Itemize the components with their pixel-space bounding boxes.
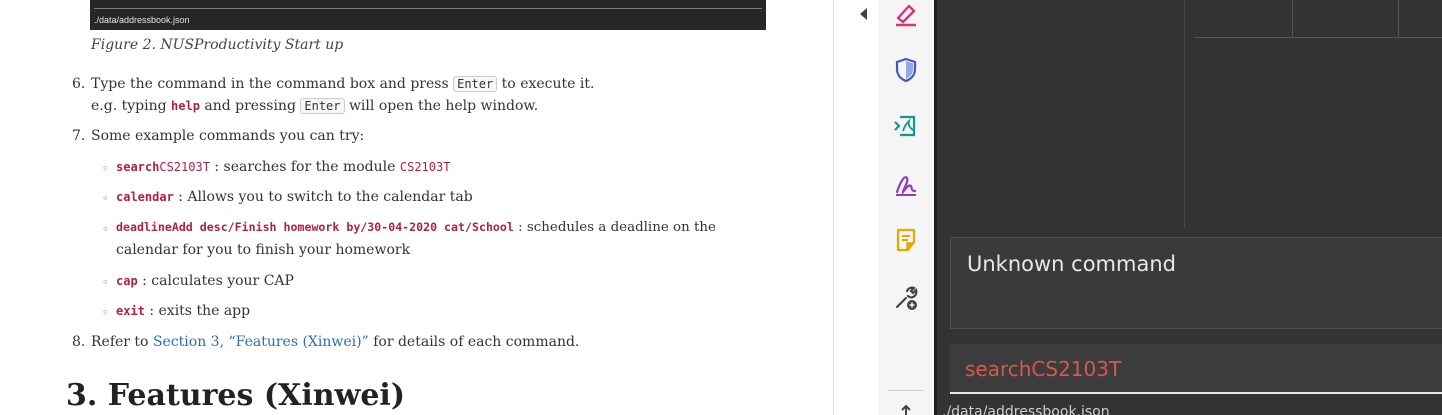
- step-6-line-1: Type the command in the command box and …: [91, 76, 595, 92]
- command-input[interactable]: [965, 356, 1435, 382]
- window-edge: [934, 0, 937, 415]
- calendar-grid-line: [1194, 37, 1442, 38]
- rail-more-icon[interactable]: [896, 402, 916, 415]
- rail-separator: [888, 390, 924, 391]
- bullet-icon: ◦: [102, 306, 109, 319]
- help-command-code: help: [171, 99, 200, 113]
- step-7-text: Some example commands you can try:: [91, 128, 365, 144]
- step-8-number: 8.: [72, 334, 86, 350]
- calendar-grid-line: [1398, 0, 1399, 37]
- highlighter-icon[interactable]: [892, 0, 920, 28]
- result-display: Unknown command: [950, 237, 1442, 329]
- signature-pen-icon[interactable]: [892, 170, 920, 198]
- step-6-number: 6.: [72, 76, 86, 92]
- pdf-export-icon[interactable]: [892, 112, 920, 140]
- sticky-note-icon[interactable]: [892, 226, 920, 254]
- bullet-icon: ◦: [102, 223, 109, 236]
- status-bar-path: ./data/addressbook.json: [942, 404, 1110, 415]
- bullet-icon: ◦: [102, 276, 109, 289]
- example-exit: exit : exits the app: [116, 303, 251, 319]
- document-pane: ./data/addressbook.json Figure 2. NUSPro…: [0, 0, 833, 415]
- example-deadline-add-cont: calendar for you to finish your homework: [116, 242, 411, 258]
- example-deadline-add: deadlineAdd desc/Finish homework by/30-0…: [116, 220, 716, 235]
- result-message: Unknown command: [967, 252, 1176, 276]
- shield-icon[interactable]: [892, 56, 920, 84]
- panel-divider: [1184, 0, 1185, 228]
- bullet-icon: ◦: [102, 192, 109, 205]
- figure-screenshot: ./data/addressbook.json: [90, 0, 766, 30]
- section-heading: 3. Features (Xinwei): [66, 378, 406, 413]
- wrench-add-icon[interactable]: [892, 284, 920, 312]
- app-window: Unknown command ./data/addressbook.json: [934, 0, 1442, 415]
- calendar-grid-line: [1292, 0, 1293, 37]
- figure-caption: Figure 2. NUSProductivity Start up: [91, 37, 344, 53]
- example-search: searchCS2103T : searches for the module …: [116, 159, 451, 175]
- step-6-line-2: e.g. typing help and pressing Enter will…: [91, 98, 539, 114]
- figure-status-path: ./data/addressbook.json: [94, 15, 190, 25]
- pane-divider: [833, 0, 834, 415]
- bullet-icon: ◦: [102, 162, 109, 175]
- step-8-text: Refer to Section 3, “Features (Xinwei)” …: [91, 334, 580, 350]
- example-calendar: calendar : Allows you to switch to the c…: [116, 189, 473, 205]
- example-cap: cap : calculates your CAP: [116, 273, 294, 289]
- step-7-number: 7.: [72, 128, 86, 144]
- command-box[interactable]: [950, 344, 1442, 394]
- enter-key: Enter: [453, 76, 498, 92]
- tool-rail: [878, 0, 934, 415]
- figure-divider-line: [94, 8, 762, 9]
- features-section-link[interactable]: Section 3, “Features (Xinwei)”: [153, 334, 369, 350]
- enter-key: Enter: [300, 98, 345, 114]
- collapse-panel-icon[interactable]: [860, 8, 867, 20]
